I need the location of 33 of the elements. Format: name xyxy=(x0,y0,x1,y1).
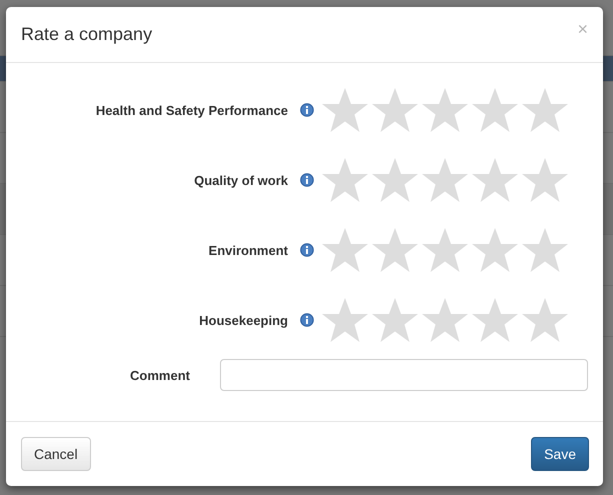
star-icon[interactable] xyxy=(420,156,470,204)
criterion-label: Quality of work xyxy=(194,172,288,188)
star-icon[interactable] xyxy=(470,156,520,204)
star-icon[interactable] xyxy=(470,296,520,344)
star-icon[interactable] xyxy=(520,296,570,344)
info-icon[interactable] xyxy=(300,173,314,187)
star-icon[interactable] xyxy=(420,296,470,344)
dialog-title: Rate a company xyxy=(21,24,152,45)
star-icon[interactable] xyxy=(370,86,420,134)
star-icon[interactable] xyxy=(370,156,420,204)
star-icon[interactable] xyxy=(370,226,420,274)
star-icon[interactable] xyxy=(470,86,520,134)
star-icon[interactable] xyxy=(520,156,570,204)
star-icon[interactable] xyxy=(520,86,570,134)
info-icon[interactable] xyxy=(300,243,314,257)
star-icon[interactable] xyxy=(420,86,470,134)
star-icon[interactable] xyxy=(370,296,420,344)
comment-field[interactable] xyxy=(220,359,588,391)
criterion-label: Health and Safety Performance xyxy=(96,102,288,118)
star-icon[interactable] xyxy=(420,226,470,274)
comment-label: Comment xyxy=(129,368,190,382)
info-icon[interactable] xyxy=(300,313,314,327)
star-icon[interactable] xyxy=(520,226,570,274)
cancel-button[interactable]: Cancel xyxy=(21,437,91,471)
star-icon[interactable] xyxy=(470,226,520,274)
info-icon[interactable] xyxy=(300,103,314,117)
star-icon[interactable] xyxy=(320,86,370,134)
criterion-label: Environment xyxy=(208,242,288,258)
save-button[interactable]: Save xyxy=(531,437,589,471)
star-icon[interactable] xyxy=(320,226,370,274)
star-icon[interactable] xyxy=(320,296,370,344)
star-icon[interactable] xyxy=(320,156,370,204)
criterion-label: Housekeeping xyxy=(199,312,288,328)
